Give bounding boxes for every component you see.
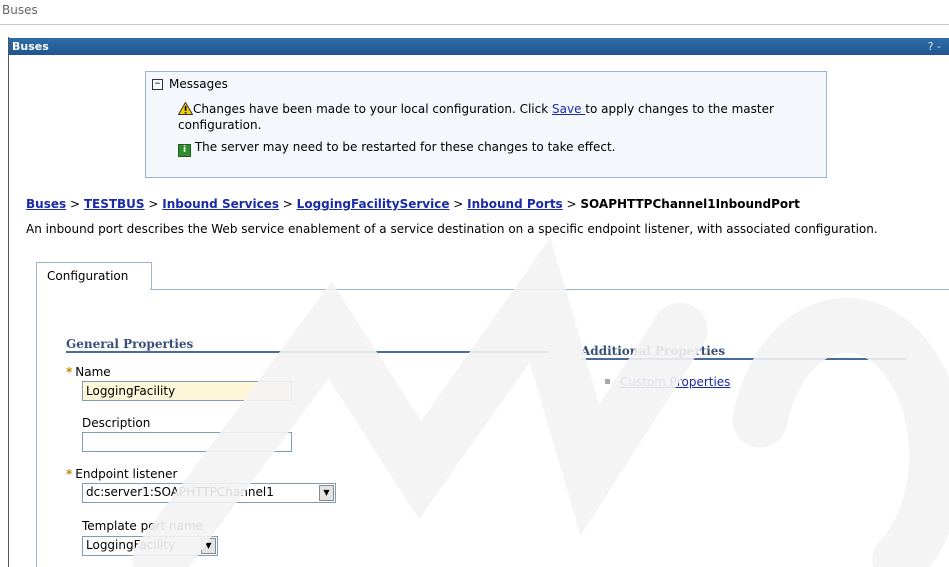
endpoint-label: * Endpoint listener [66,467,177,481]
help-controls[interactable]: ? - [925,38,941,55]
custom-properties-item: Custom Properties [605,375,730,389]
info-message: i The server may need to be restarted fo… [178,140,818,157]
chevron-down-icon[interactable]: ▼ [319,485,334,501]
breadcrumb-sep: > [278,197,297,211]
required-icon: * [66,467,73,481]
name-label: * Name [66,365,111,379]
breadcrumb-logging-facility-service[interactable]: LoggingFacilityService [297,197,450,211]
template-port-select[interactable]: LoggingFacility ▼ [82,536,218,556]
breadcrumb-inbound-ports[interactable]: Inbound Ports [467,197,563,211]
messages-box: − Messages Changes have been made to your… [145,71,827,178]
portlet-titlebar: Buses ? - [9,38,949,55]
collapse-icon[interactable]: − [152,79,163,90]
warning-message: Changes have been made to your local con… [178,101,818,133]
messages-title: Messages [169,77,228,91]
general-properties-title: General Properties [66,337,194,351]
template-port-value: LoggingFacility [86,538,176,552]
breadcrumb-sep: > [144,197,163,211]
breadcrumb: Buses > TESTBUS > Inbound Services > Log… [26,197,800,211]
required-icon: * [66,365,73,379]
breadcrumb-sep: > [562,197,581,211]
chevron-down-icon[interactable]: ▼ [201,538,216,554]
warning-icon [178,102,193,115]
messages-header: − Messages [152,77,228,91]
endpoint-listener-value: dc:server1:SOAPHTTPChannel1 [86,485,274,499]
warning-text-pre: Changes have been made to your local con… [193,102,552,116]
additional-properties-title: Additional Properties [581,344,726,358]
custom-properties-link[interactable]: Custom Properties [620,375,730,389]
save-link[interactable]: Save [552,102,585,116]
endpoint-listener-select[interactable]: dc:server1:SOAPHTTPChannel1 ▼ [82,483,336,503]
breadcrumb-testbus[interactable]: TESTBUS [84,197,145,211]
breadcrumb-buses[interactable]: Buses [26,197,66,211]
breadcrumb-sep: > [66,197,84,211]
template-port-label: Template port name [82,519,204,533]
bullet-icon [605,379,610,384]
breadcrumb-sep: > [449,197,468,211]
general-properties-rule [66,351,548,353]
breadcrumb-inbound-services[interactable]: Inbound Services [162,197,279,211]
info-icon: i [178,144,191,157]
description-field[interactable] [82,432,292,452]
description-label: Description [82,416,151,430]
window-title: Buses [0,0,949,25]
name-field[interactable] [82,381,292,401]
additional-properties-rule [581,358,907,360]
tab-configuration[interactable]: Configuration [36,262,152,290]
page-description: An inbound port describes the Web servic… [26,222,878,236]
name-label-text: Name [75,365,111,379]
portlet-title: Buses [12,40,49,53]
info-text: The server may need to be restarted for … [194,140,616,154]
breadcrumb-current: SOAPHTTPChannel1InboundPort [580,197,800,211]
endpoint-label-text: Endpoint listener [75,467,178,481]
